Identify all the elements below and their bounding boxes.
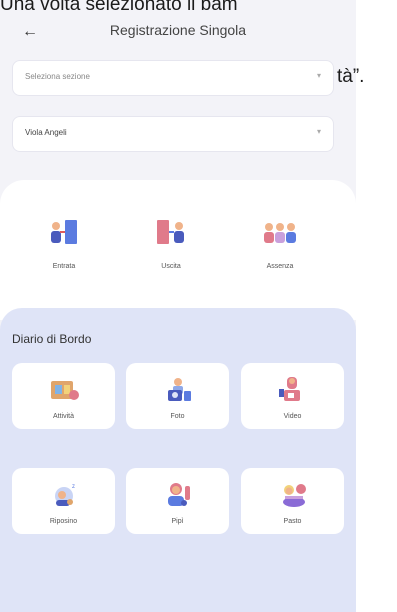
absence-icon — [264, 223, 296, 243]
absence-label: Assenza — [266, 263, 294, 270]
page-title: Registrazione Singola — [109, 22, 247, 38]
tile-photo-label: Foto — [170, 413, 185, 420]
tile-meal-label: Pasto — [283, 518, 302, 525]
nap-icon: z — [55, 484, 75, 506]
section-select-placeholder: Seleziona sezione — [25, 72, 90, 81]
diary-panel: Diario di Bordo Attività Foto Video z Ri… — [0, 308, 356, 612]
meal-icon — [283, 484, 306, 507]
tile-video-label: Video — [283, 413, 302, 420]
exit-label: Uscita — [161, 263, 181, 270]
document-text-line2: tà”. — [337, 66, 365, 87]
tile-potty-label: Pipì — [171, 518, 184, 525]
document-text-line1: Una volta selezionato il bam — [0, 0, 238, 15]
child-select[interactable]: Viola Angeli ▾ — [12, 116, 334, 152]
tile-potty[interactable]: Pipì — [126, 468, 229, 534]
tile-meal[interactable]: Pasto — [241, 468, 344, 534]
chevron-down-icon: ▾ — [316, 71, 321, 80]
activity-icon — [51, 381, 79, 400]
tile-activity-label: Attività — [52, 413, 74, 420]
app-screen: ← Registrazione Singola Seleziona sezion… — [0, 0, 356, 612]
enter-door-icon — [51, 220, 77, 244]
video-icon — [279, 377, 300, 401]
absence-button[interactable]: Assenza — [240, 218, 320, 270]
photo-icon — [168, 378, 191, 401]
tile-nap[interactable]: z Riposino — [12, 468, 115, 534]
exit-button[interactable]: Uscita — [131, 218, 211, 270]
section-select[interactable]: Seleziona sezione ▾ — [12, 60, 334, 96]
child-select-value: Viola Angeli — [25, 128, 67, 137]
attendance-panel: Entrata Uscita Assenza — [0, 180, 356, 320]
chevron-down-icon: ▾ — [316, 127, 321, 136]
diary-title: Diario di Bordo — [12, 332, 92, 346]
entry-label: Entrata — [52, 263, 76, 270]
tile-photo[interactable]: Foto — [126, 363, 229, 429]
potty-icon — [168, 483, 190, 506]
tile-video[interactable]: Video — [241, 363, 344, 429]
svg-text:z: z — [72, 484, 75, 490]
exit-door-icon — [157, 220, 184, 244]
tile-activity[interactable]: Attività — [12, 363, 115, 429]
entry-button[interactable]: Entrata — [24, 218, 104, 270]
tile-nap-label: Riposino — [49, 518, 78, 525]
